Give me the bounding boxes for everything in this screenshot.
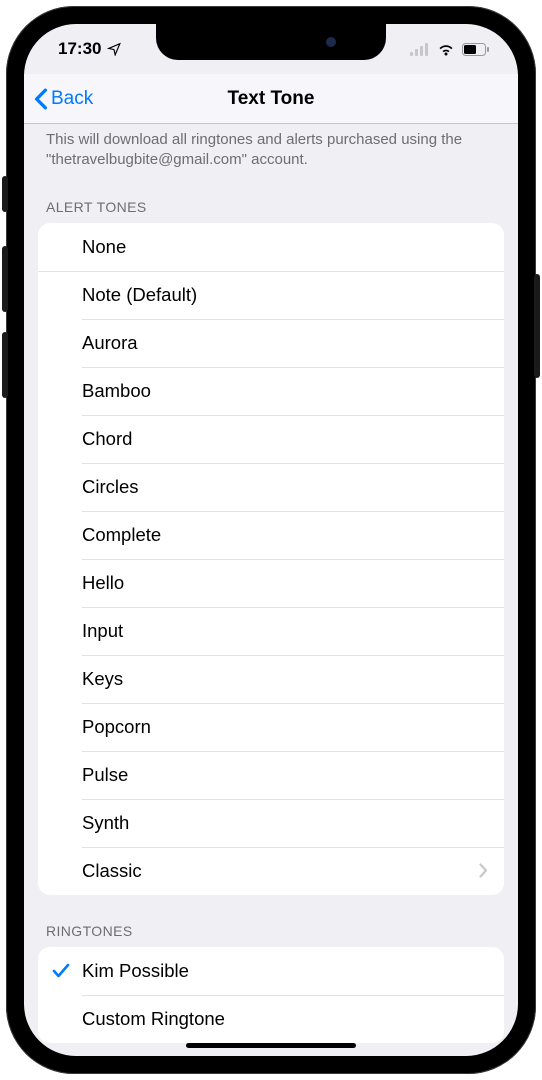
ringtone-label: Kim Possible	[82, 960, 488, 982]
tone-row-input[interactable]: Input	[38, 607, 504, 655]
location-icon	[107, 42, 121, 56]
tone-label: Popcorn	[82, 716, 488, 738]
tone-label: Input	[82, 620, 488, 642]
wifi-icon	[437, 43, 455, 56]
tone-label: Circles	[82, 476, 488, 498]
tone-label: Bamboo	[82, 380, 488, 402]
chevron-left-icon	[34, 88, 48, 110]
ringtone-row-custom[interactable]: Custom Ringtone	[38, 995, 504, 1043]
tone-row-hello[interactable]: Hello	[38, 559, 504, 607]
ringtone-label: Custom Ringtone	[82, 1008, 488, 1030]
tone-label: None	[82, 236, 488, 258]
tone-row-pulse[interactable]: Pulse	[38, 751, 504, 799]
nav-bar: Back Text Tone	[24, 74, 518, 124]
checkmark-icon	[52, 963, 70, 979]
tone-row-complete[interactable]: Complete	[38, 511, 504, 559]
tone-row-chord[interactable]: Chord	[38, 415, 504, 463]
tone-row-note[interactable]: Note (Default)	[38, 271, 504, 319]
tone-row-circles[interactable]: Circles	[38, 463, 504, 511]
tone-label: Pulse	[82, 764, 488, 786]
tone-row-aurora[interactable]: Aurora	[38, 319, 504, 367]
tone-row-keys[interactable]: Keys	[38, 655, 504, 703]
tone-label: Complete	[82, 524, 488, 546]
status-time: 17:30	[58, 39, 101, 59]
tone-row-classic[interactable]: Classic	[38, 847, 504, 895]
tone-row-synth[interactable]: Synth	[38, 799, 504, 847]
section-header-alert-tones: ALERT TONES	[24, 171, 518, 223]
alert-tones-list: None Note (Default) Aurora Bamboo Chord …	[38, 223, 504, 895]
tone-label: Classic	[82, 860, 479, 882]
ringtone-row-kim-possible[interactable]: Kim Possible	[38, 947, 504, 995]
tone-label: Aurora	[82, 332, 488, 354]
tone-row-popcorn[interactable]: Popcorn	[38, 703, 504, 751]
battery-icon	[462, 43, 490, 56]
chevron-right-icon	[479, 863, 488, 878]
back-button[interactable]: Back	[24, 88, 93, 110]
tone-label: Keys	[82, 668, 488, 690]
download-description: This will download all ringtones and ale…	[24, 124, 518, 171]
section-header-ringtones: RINGTONES	[24, 895, 518, 947]
tone-label: Chord	[82, 428, 488, 450]
tone-label: Note (Default)	[82, 284, 488, 306]
page-title: Text Tone	[24, 88, 518, 110]
cellular-icon	[410, 43, 430, 56]
ringtones-list: Kim Possible Custom Ringtone	[38, 947, 504, 1043]
tone-label: Synth	[82, 812, 488, 834]
back-label: Back	[51, 88, 93, 110]
tone-label: Hello	[82, 572, 488, 594]
tone-row-none[interactable]: None	[38, 223, 504, 271]
tone-row-bamboo[interactable]: Bamboo	[38, 367, 504, 415]
home-indicator[interactable]	[186, 1043, 356, 1048]
